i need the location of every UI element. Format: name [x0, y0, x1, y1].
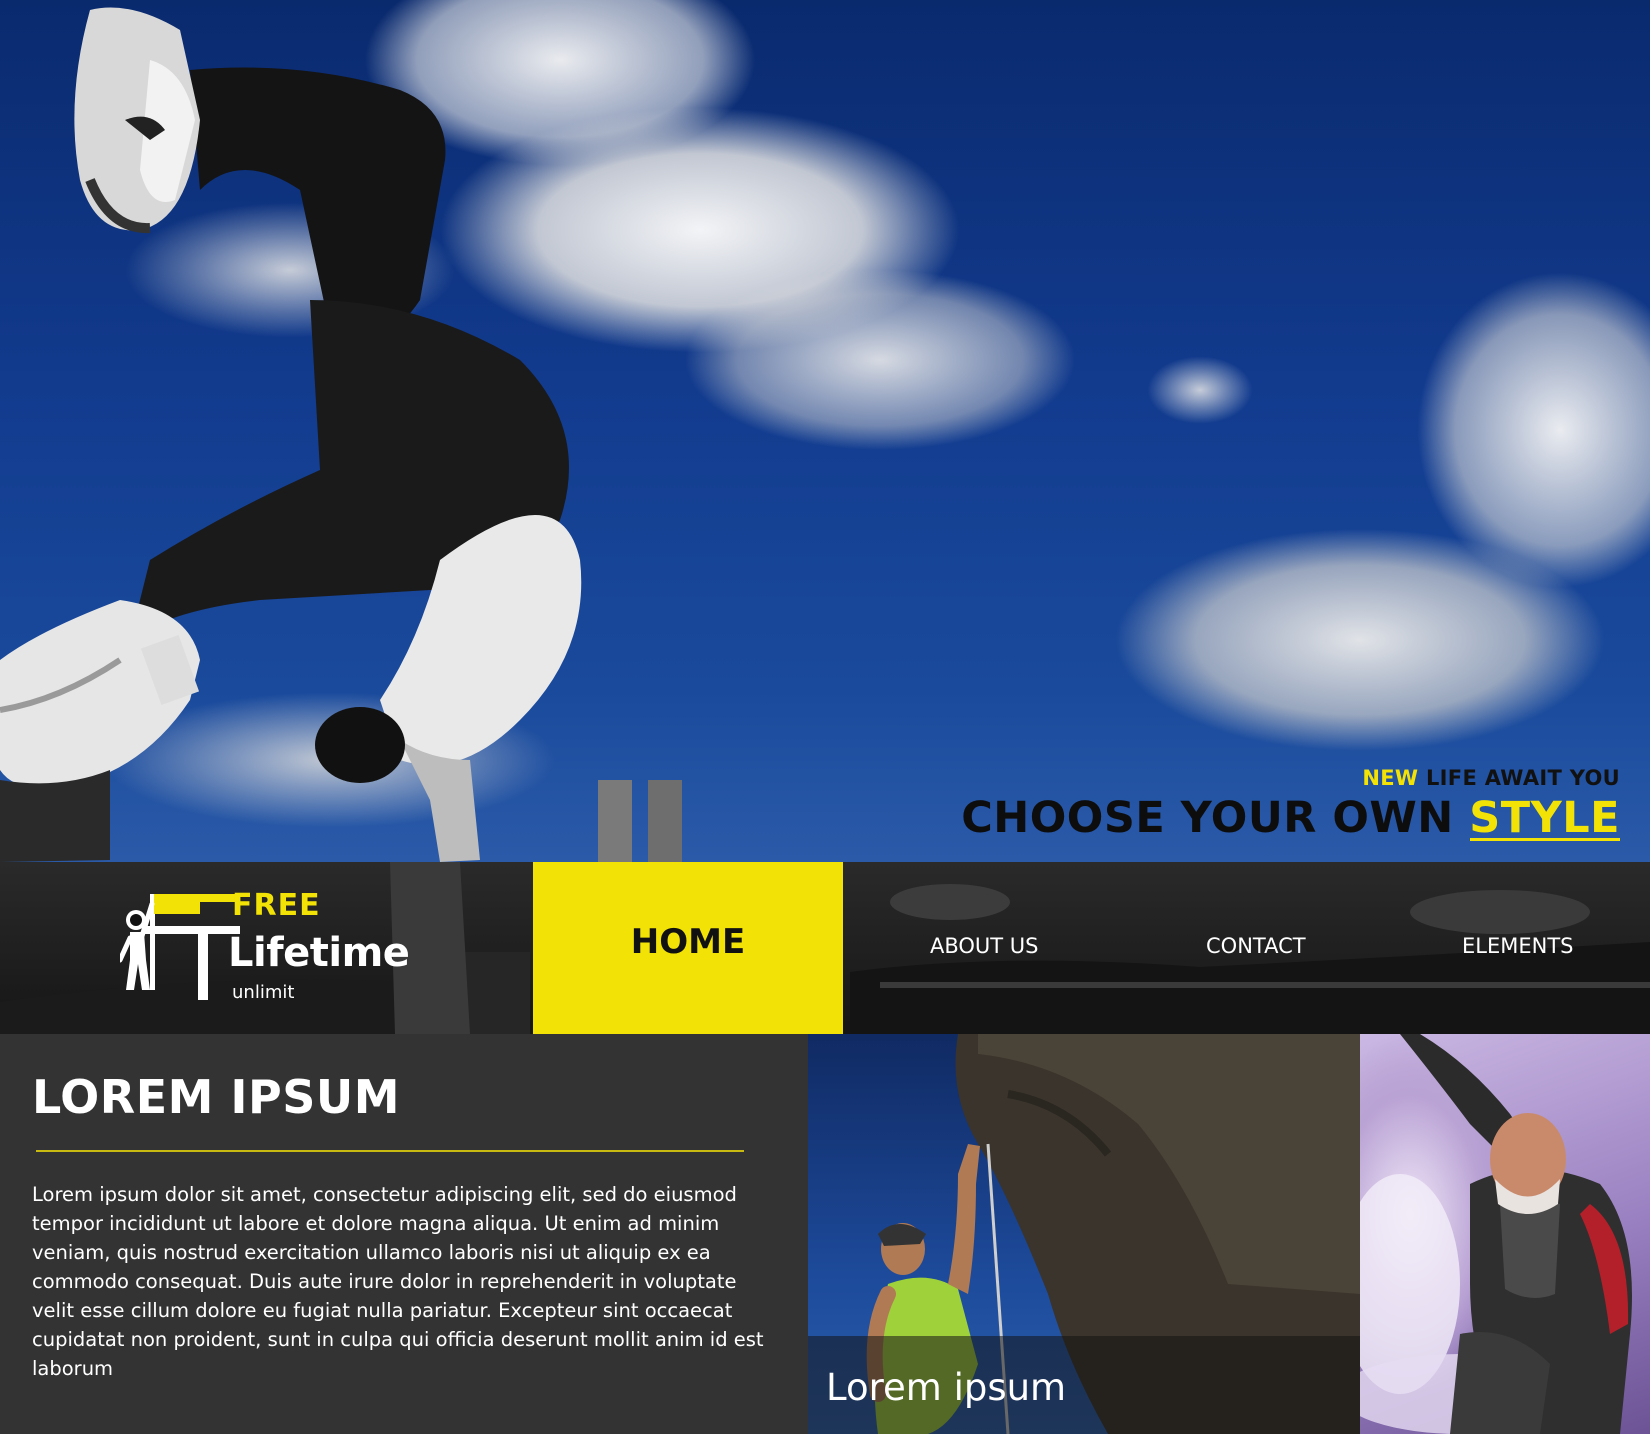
card-caption-text: Lorem ipsum	[826, 1366, 1067, 1409]
article-title: LOREM IPSUM	[32, 1070, 400, 1124]
surfing-card[interactable]	[1360, 1034, 1650, 1434]
logo-text-unlimit: unlimit	[232, 982, 295, 1003]
intro-article: LOREM IPSUM Lorem ipsum dolor sit amet, …	[0, 1034, 808, 1434]
main-navigation: FREE Lifetime unlimit HOME ABOUT US CONT…	[0, 862, 1650, 1034]
nav-home[interactable]: HOME	[533, 862, 843, 1034]
title-divider	[36, 1150, 744, 1152]
headline-main: CHOOSE YOUR OWN	[961, 793, 1470, 843]
hero-tagline: NEW LIFE AWAIT YOU	[961, 766, 1620, 790]
nav-contact[interactable]: CONTACT	[1206, 934, 1306, 958]
article-body: Lorem ipsum dolor sit amet, consectetur …	[32, 1183, 764, 1380]
hero-headline: CHOOSE YOUR OWN STYLE	[961, 792, 1620, 844]
climbing-card[interactable]: Lorem ipsum	[808, 1034, 1360, 1434]
surfer-photo	[1360, 1034, 1632, 1434]
nav-elements[interactable]: ELEMENTS	[1462, 934, 1574, 958]
tagline-rest: LIFE AWAIT YOU	[1418, 766, 1620, 790]
hero-text: NEW LIFE AWAIT YOU CHOOSE YOUR OWN STYLE	[961, 766, 1620, 844]
climber-flag-logo-icon	[120, 894, 240, 1000]
breakdancer-photo	[0, 7, 682, 862]
hero-banner: NEW LIFE AWAIT YOU CHOOSE YOUR OWN STYLE	[0, 0, 1650, 862]
headline-accent: STYLE	[1469, 793, 1620, 843]
hero-underline	[1470, 838, 1620, 841]
nav-about-us[interactable]: ABOUT US	[930, 934, 1039, 958]
site-logo[interactable]: FREE Lifetime unlimit	[120, 888, 420, 1010]
logo-text-free: FREE	[232, 888, 321, 923]
card-caption: Lorem ipsum	[808, 1336, 1360, 1434]
nav-home-label: HOME	[630, 922, 746, 962]
tagline-accent: NEW	[1362, 766, 1419, 790]
logo-text-lifetime: Lifetime	[228, 930, 410, 976]
